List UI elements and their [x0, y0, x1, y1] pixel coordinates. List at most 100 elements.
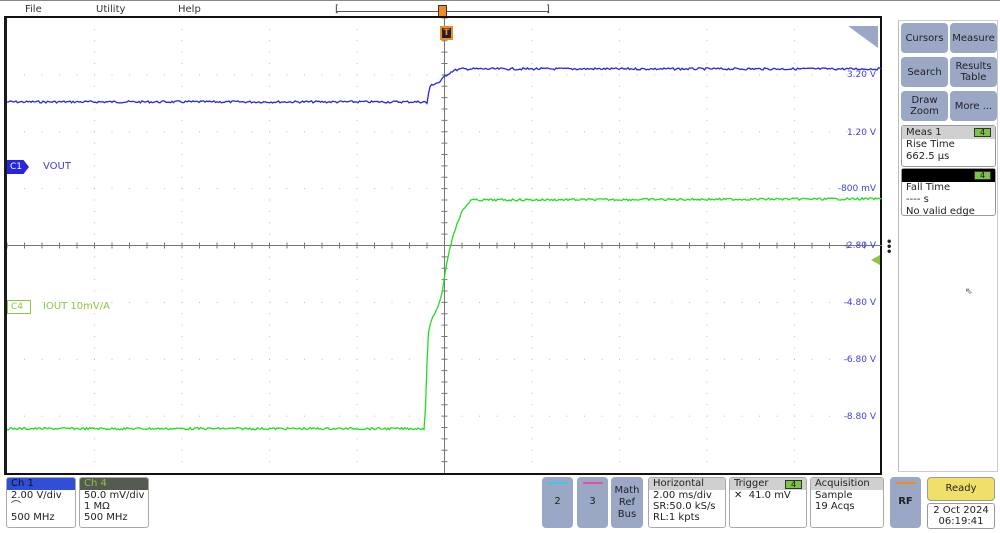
- grid-dot: [199, 74, 200, 76]
- math-ref-bus-button[interactable]: Math Ref Bus: [611, 477, 643, 528]
- grid-dot: [181, 28, 183, 30]
- grid-dot: [94, 199, 95, 201]
- grid-dot: [94, 358, 95, 360]
- acquisition-badge[interactable]: Acquisition Sample 19 Acqs: [810, 477, 884, 528]
- cursors-button[interactable]: Cursors: [901, 23, 948, 53]
- run-status-button[interactable]: Ready: [927, 477, 995, 501]
- grid-dot: [724, 301, 725, 303]
- grid-dot: [601, 358, 603, 360]
- grid-dot: [776, 74, 778, 76]
- grid-dot: [531, 74, 533, 76]
- grid-dot: [794, 97, 795, 99]
- grid-dot: [794, 392, 795, 394]
- grid-dot: [269, 267, 270, 269]
- waveform-plot[interactable]: T C1 VOUT C4 IOUT 10mV/A 3.20 V 1.20 V -…: [4, 16, 882, 475]
- rf-button[interactable]: RF: [890, 477, 921, 528]
- trigger-badge[interactable]: Trigger 4 ✕ 41.0 mV: [729, 477, 807, 528]
- grid-dot: [706, 336, 708, 337]
- ch1-label: VOUT: [43, 161, 71, 172]
- grid-dot: [199, 415, 200, 417]
- grid-dot: [654, 188, 655, 190]
- meas2-badge[interactable]: 4 Fall Time ---- s No valid edge: [901, 168, 996, 217]
- panel-handle-icon[interactable]: • • •: [886, 238, 892, 258]
- menu-file[interactable]: File: [25, 4, 42, 15]
- meas1-badge[interactable]: Meas 1 4 Rise Time 662.5 µs: [901, 125, 996, 167]
- grid-dot: [724, 74, 725, 76]
- grid-dot: [181, 392, 183, 394]
- trigger-source: 4: [785, 480, 802, 489]
- grid-dot: [794, 199, 795, 201]
- grid-dot: [129, 74, 130, 76]
- grid-dot: [689, 188, 690, 190]
- trigger-position-marker[interactable]: T: [440, 26, 453, 40]
- grid-dot: [706, 415, 708, 417]
- draw-zoom-button[interactable]: Draw Zoom: [901, 91, 948, 121]
- grid-dot: [269, 336, 270, 337]
- grid-dot: [181, 188, 183, 190]
- grid-dot: [829, 415, 830, 417]
- grid-dot: [619, 347, 620, 349]
- grid-dot: [356, 210, 358, 212]
- grid-dot: [146, 74, 148, 76]
- grid-dot: [776, 188, 778, 190]
- menu-utility[interactable]: Utility: [96, 4, 125, 15]
- grid-dot: [794, 63, 795, 64]
- grid-dot: [286, 74, 288, 76]
- grid-dot: [811, 188, 813, 190]
- grid-dot: [636, 415, 638, 417]
- meas2-value: ---- s: [906, 194, 929, 205]
- more-button[interactable]: More ...: [950, 91, 997, 121]
- grid-dot: [356, 449, 358, 451]
- grid-dot: [619, 301, 620, 303]
- grid-dot: [321, 301, 323, 303]
- grid-dot: [374, 188, 375, 190]
- grid-dot: [269, 233, 270, 235]
- grid-dot: [269, 358, 270, 360]
- grid-dot: [356, 438, 358, 440]
- grid-dot: [181, 165, 183, 167]
- grid-dot: [794, 290, 795, 292]
- ch4-scale: 50.0 mV/div: [84, 490, 145, 501]
- grid-dot: [706, 131, 708, 133]
- grid-dot: [269, 28, 270, 30]
- ch3-button[interactable]: 3: [577, 477, 608, 528]
- results-table-button[interactable]: Results Table: [950, 57, 997, 87]
- menu-help[interactable]: Help: [178, 4, 201, 15]
- grid-dot: [181, 108, 183, 110]
- grid-dot: [216, 358, 218, 360]
- grid-dot: [269, 51, 270, 53]
- grid-dot: [619, 85, 620, 87]
- grid-dot: [269, 313, 270, 315]
- grid-dot: [181, 438, 183, 440]
- grid-dot: [94, 427, 95, 428]
- grid-dot: [59, 131, 60, 133]
- meas2-note: No valid edge: [906, 206, 975, 217]
- grid-dot: [531, 336, 533, 337]
- grid-dot: [706, 279, 708, 281]
- grid-dot: [391, 415, 393, 417]
- ch4-badge[interactable]: Ch 4 50.0 mV/div 1 MΩ 500 MHz: [79, 477, 149, 528]
- grid-dot: [41, 188, 43, 190]
- grid-dot: [759, 74, 760, 76]
- grid-dot: [531, 392, 533, 394]
- measure-button[interactable]: Measure: [950, 23, 997, 53]
- ch2-button[interactable]: 2: [542, 477, 573, 528]
- grid-dot: [531, 449, 533, 451]
- date-time[interactable]: 2 Oct 2024 06:19:41: [927, 503, 995, 529]
- ch1-badge[interactable]: Ch 1 2.00 V/div ⌒ 500 MHz: [6, 477, 76, 528]
- axis-label: -2.80 V: [843, 241, 876, 251]
- search-button[interactable]: Search: [901, 57, 948, 87]
- ch4-level-arrow-icon[interactable]: [871, 255, 880, 265]
- ch4-marker[interactable]: C4: [7, 300, 31, 314]
- grid-dot: [339, 188, 340, 190]
- grid-dot: [706, 188, 708, 190]
- horizontal-badge[interactable]: Horizontal 2.00 ms/div SR:50.0 kS/s RL:1…: [648, 477, 726, 528]
- grid-dot: [94, 210, 95, 212]
- grid-dot: [531, 210, 533, 212]
- meas2-source: 4: [974, 171, 991, 180]
- grid-dot: [94, 40, 95, 42]
- grid-dot: [356, 85, 358, 87]
- grid-dot: [619, 108, 620, 110]
- grid-dot: [461, 415, 463, 417]
- grid-dot: [269, 108, 270, 110]
